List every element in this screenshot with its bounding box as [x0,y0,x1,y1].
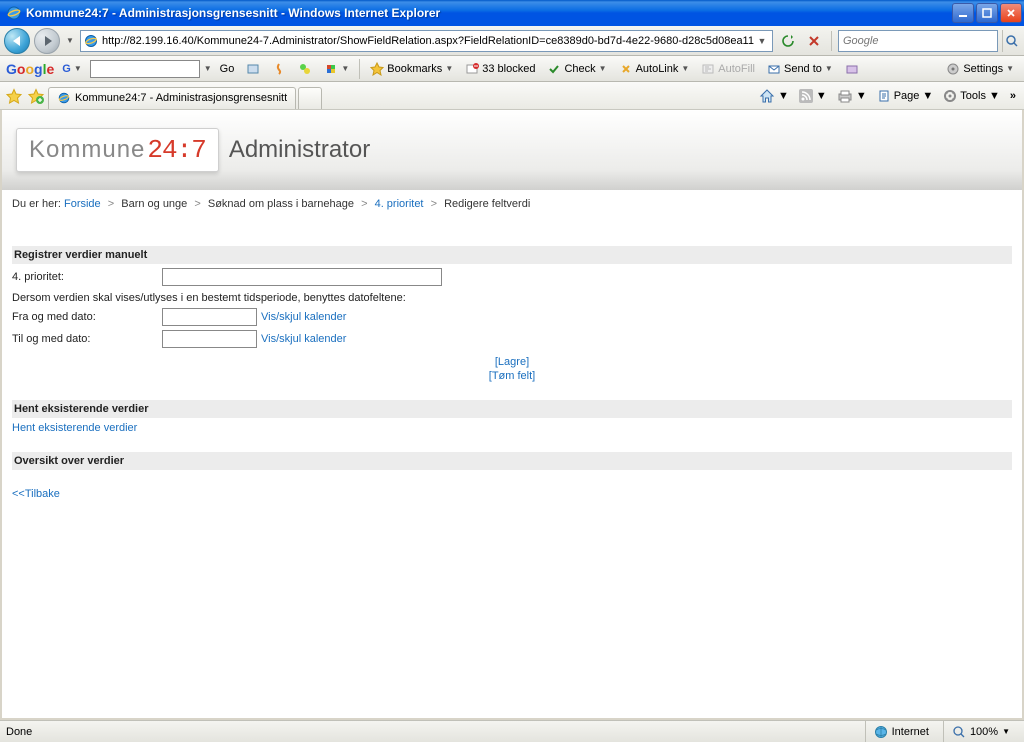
section-overview-header: Oversikt over verdier [12,452,1012,470]
toggle-calendar-to[interactable]: Vis/skjul kalender [261,333,346,345]
feeds-button[interactable]: ▼ [795,87,831,105]
priority-input[interactable] [162,268,442,286]
tools-menu-button[interactable]: Tools▼ [939,87,1004,105]
active-tab[interactable]: Kommune24:7 - Administrasjonsgrensesnitt [48,87,296,109]
app-subtitle: Administrator [229,136,370,164]
maximize-button[interactable] [976,3,998,23]
google-search-dropdown[interactable]: ▼ [204,64,212,73]
window-title: Kommune24:7 - Administrasjonsgrensesnitt… [26,6,952,20]
breadcrumb: Du er her: Forside > Barn og unge > Søkn… [2,190,1022,218]
google-search-input[interactable] [90,60,200,78]
autofill-button[interactable]: AutoFill [697,60,759,78]
minimize-button[interactable] [952,3,974,23]
save-link[interactable]: [Lagre] [12,356,1012,368]
close-button[interactable] [1000,3,1022,23]
ie-icon [6,5,22,21]
google-tb-icon-5[interactable] [841,60,863,78]
breadcrumb-soknad: Søknad om plass i barnehage [208,198,354,210]
forward-button[interactable] [34,28,60,54]
bookmarks-button[interactable]: Bookmarks▼ [366,60,457,78]
google-logo: Google [6,61,54,77]
new-tab-button[interactable] [298,87,322,109]
sendto-button[interactable]: Send to▼ [763,60,837,78]
home-button[interactable]: ▼ [755,86,793,106]
address-box: ▼ [80,30,773,52]
breadcrumb-forside[interactable]: Forside [64,198,101,210]
status-text: Done [6,726,32,738]
google-tb-icon-1[interactable] [242,60,264,78]
google-go-button[interactable]: Go [216,61,239,77]
from-date-label: Fra og med dato: [12,311,162,323]
page-icon [83,33,99,49]
refresh-button[interactable] [777,30,799,52]
stop-button[interactable] [803,30,825,52]
page-menu-button[interactable]: Page▼ [873,87,938,105]
add-favorite-icon[interactable] [26,86,46,106]
priority-label: 4. prioritet: [12,271,162,283]
google-tb-icon-3[interactable] [294,60,316,78]
breadcrumb-current: Redigere feltverdi [444,198,530,210]
date-hint: Dersom verdien skal vises/utlyses i en b… [12,292,1012,304]
print-button[interactable]: ▼ [833,87,871,105]
favorites-star-icon[interactable] [4,86,24,106]
address-input[interactable] [102,35,754,47]
page-content: Kommune 24:7 Administrator Du er her: Fo… [0,110,1024,720]
zoom-control[interactable]: 100% ▼ [943,721,1018,742]
toggle-calendar-from[interactable]: Vis/skjul kalender [261,311,346,323]
popup-blocked-button[interactable]: 33 blocked [461,60,539,78]
check-button[interactable]: Check▼ [543,60,610,78]
app-logo: Kommune 24:7 [16,128,219,172]
nav-history-dropdown[interactable]: ▼ [64,36,76,45]
to-date-label: Til og med dato: [12,333,162,345]
browser-search-box [838,30,998,52]
tab-label: Kommune24:7 - Administrasjonsgrensesnitt [75,92,287,104]
breadcrumb-barn: Barn og unge [121,198,187,210]
settings-button[interactable]: Settings▼ [942,60,1018,78]
fetch-existing-link[interactable]: Hent eksisterende verdier [12,422,137,434]
section-register-header: Registrer verdier manuelt [12,246,1012,264]
back-button[interactable] [4,28,30,54]
address-bar-row: ▼ ▼ [0,26,1024,56]
google-toolbar: Google G▼ ▼ Go ▼ Bookmarks▼ 33 blocked C… [0,56,1024,82]
browser-search-input[interactable] [843,35,993,47]
breadcrumb-prioritet[interactable]: 4. prioritet [375,198,424,210]
google-tb-icon-4[interactable]: ▼ [320,60,353,78]
google-tb-icon-2[interactable] [268,60,290,78]
search-button[interactable] [1002,30,1020,52]
more-commands[interactable]: » [1006,88,1020,104]
favorites-bar: Kommune24:7 - Administrasjonsgrensesnitt… [0,82,1024,110]
page-header: Kommune 24:7 Administrator [2,110,1022,190]
from-date-input[interactable] [162,308,257,326]
google-logo-menu[interactable]: G▼ [58,61,85,77]
clear-link[interactable]: [Tøm felt] [12,370,1012,382]
back-link[interactable]: <<Tilbake [12,488,60,500]
autolink-button[interactable]: AutoLink▼ [615,60,694,78]
to-date-input[interactable] [162,330,257,348]
security-zone[interactable]: Internet [865,721,937,742]
address-dropdown[interactable]: ▼ [754,36,770,46]
section-fetch-header: Hent eksisterende verdier [12,400,1012,418]
window-titlebar: Kommune24:7 - Administrasjonsgrensesnitt… [0,0,1024,26]
separator [831,31,832,51]
status-bar: Done Internet 100% ▼ [0,720,1024,742]
